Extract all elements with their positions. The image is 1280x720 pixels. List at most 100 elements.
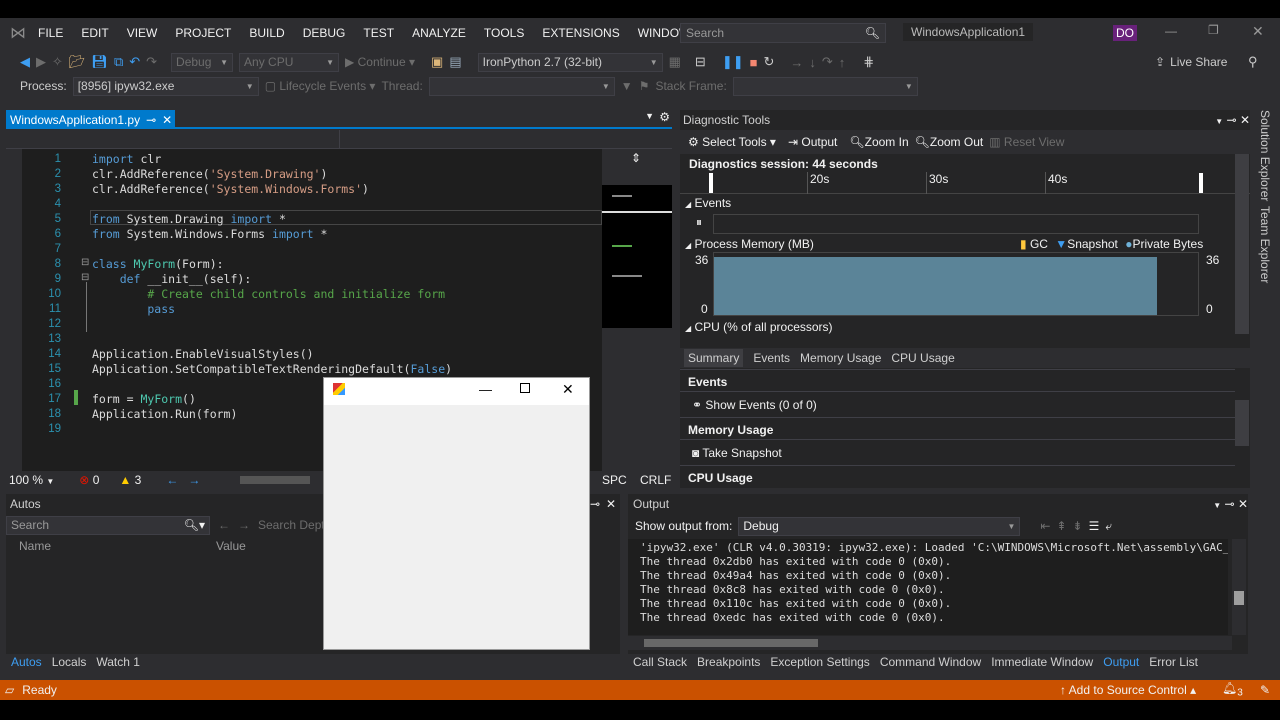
pause-events-icon[interactable]: ⏸ (696, 215, 702, 230)
split-icon[interactable]: ⇕ (631, 151, 641, 165)
column-header-value[interactable]: Value (216, 539, 246, 553)
whitespace-indicator[interactable]: SPC (602, 473, 627, 487)
panel-menu-icon[interactable]: ▼ (1215, 117, 1223, 126)
code-line[interactable]: def __init__(self): (92, 272, 452, 287)
step-out-icon[interactable]: ↑ (839, 55, 846, 70)
find-icon[interactable]: ▣ (431, 54, 443, 70)
output-button[interactable]: ⇥ Output (788, 135, 837, 149)
code-line[interactable]: # Create child controls and initialize f… (92, 287, 452, 302)
menu-analyze[interactable]: ANALYZE (412, 26, 466, 40)
close-icon[interactable]: ✕ (1240, 113, 1250, 127)
threads-icon[interactable]: ▦ (669, 54, 681, 70)
collapse-events-icon[interactable]: ◢ (685, 200, 691, 209)
menu-build[interactable]: BUILD (249, 26, 284, 40)
save-all-icon[interactable]: ⧉ (114, 54, 123, 70)
search-forward-icon[interactable]: → (238, 518, 250, 532)
minimap[interactable]: ⇕ (602, 149, 672, 471)
diagnostics-scrollbar[interactable] (1235, 154, 1249, 334)
menu-edit[interactable]: EDIT (81, 26, 108, 40)
output-horizontal-scrollbar[interactable] (628, 636, 1232, 650)
reset-view-button[interactable]: ▥ Reset View (989, 135, 1064, 149)
take-snapshot-button[interactable]: ◙ Take Snapshot (680, 439, 1235, 465)
timeline-ruler[interactable]: 20s 30s 40s (680, 172, 1250, 194)
code-line[interactable] (92, 242, 452, 257)
undo-icon[interactable]: ↶ (129, 54, 140, 70)
warnings-indicator[interactable]: ▲ 3 (119, 473, 141, 487)
events-track[interactable] (713, 214, 1199, 234)
new-project-icon[interactable]: ✧ (52, 54, 63, 70)
output-source-dropdown[interactable]: Debug ▼ (738, 516, 1021, 536)
menu-tools[interactable]: TOOLS (484, 26, 524, 40)
horizontal-scrollbar[interactable] (240, 476, 311, 484)
restore-icon[interactable]: ❐ (1208, 23, 1219, 37)
code-line[interactable]: clr.AddReference('System.Drawing') (92, 167, 452, 182)
minimize-icon[interactable]: — (1165, 24, 1177, 38)
filter-icon[interactable]: ▼ (621, 79, 633, 93)
notifications-icon[interactable]: 🔔︎3 (1222, 681, 1243, 698)
feedback-icon[interactable]: ✎ (1260, 683, 1270, 697)
menu-file[interactable]: FILE (38, 26, 63, 40)
configuration-dropdown[interactable]: Debug ▼ (171, 52, 234, 72)
select-tools-button[interactable]: ⚙ Select Tools ▾ (688, 135, 776, 149)
interpreter-dropdown[interactable]: IronPython 2.7 (32-bit) ▼ (477, 52, 663, 72)
clear-all-icon[interactable]: ☰ (1089, 519, 1100, 533)
tab-exception-settings[interactable]: Exception Settings (770, 655, 869, 669)
class-dropdown[interactable] (6, 130, 340, 148)
tab-overflow-icon[interactable]: ▼ (645, 111, 654, 121)
autos-search-input[interactable]: Search 🔍︎▾ (6, 515, 210, 535)
panel-menu-icon[interactable]: ▼ (1213, 501, 1221, 510)
tab-autos[interactable]: Autos (11, 655, 42, 669)
code-line[interactable] (92, 197, 452, 212)
code-line[interactable]: pass (92, 302, 452, 317)
open-file-icon[interactable]: 📂︎ (69, 54, 86, 70)
close-icon[interactable]: ✕ (606, 497, 616, 511)
menu-debug[interactable]: DEBUG (303, 26, 346, 40)
layout-icon[interactable]: ⊟ (695, 54, 706, 70)
tab-command-window[interactable]: Command Window (880, 655, 981, 669)
menu-project[interactable]: PROJECT (175, 26, 231, 40)
pin-icon[interactable]: ⊸ (1225, 497, 1235, 511)
collapse-cpu-icon[interactable]: ◢ (685, 324, 691, 333)
summary-scrollbar[interactable] (1235, 400, 1249, 446)
back-icon[interactable]: ◀ (20, 54, 30, 70)
form-window[interactable]: — ✕ (323, 377, 590, 650)
collapse-memory-icon[interactable]: ◢ (685, 241, 691, 250)
form-close-icon[interactable]: ✕ (562, 381, 574, 398)
search-back-icon[interactable]: ← (218, 518, 230, 532)
close-icon[interactable]: ✕ (1238, 497, 1248, 511)
menu-extensions[interactable]: EXTENSIONS (542, 26, 619, 40)
save-icon[interactable]: 💾︎ (91, 54, 108, 70)
code-line[interactable]: clr.AddReference('System.Windows.Forms') (92, 182, 452, 197)
user-avatar[interactable]: DO (1113, 25, 1137, 41)
platform-dropdown[interactable]: Any CPU ▼ (239, 52, 340, 72)
pin-icon[interactable]: ⊸ (1227, 113, 1237, 127)
tab-locals[interactable]: Locals (52, 655, 87, 669)
output-vertical-scrollbar[interactable] (1232, 539, 1246, 635)
search-box[interactable]: Search 🔍︎ (680, 23, 886, 43)
code-line[interactable] (92, 317, 452, 332)
pin-icon[interactable]: ⊸ (590, 497, 600, 511)
process-dropdown[interactable]: [8956] ipyw32.exe ▼ (72, 76, 259, 96)
feedback-icon[interactable]: ⚲ (1248, 54, 1258, 70)
form-maximize-icon[interactable] (520, 383, 530, 393)
show-next-statement-icon[interactable]: → (790, 55, 803, 70)
code-line[interactable] (92, 332, 452, 347)
next-message-icon[interactable]: ⇟ (1073, 519, 1083, 533)
step-into-icon[interactable]: ↓ (809, 55, 816, 70)
collapse-icon[interactable]: ⊟ (81, 257, 89, 268)
live-share-button[interactable]: ⇪ Live Share (1155, 55, 1227, 69)
code-line[interactable]: Application.SetCompatibleTextRenderingDe… (92, 362, 452, 377)
code-line[interactable]: import clr (92, 152, 452, 167)
zoom-out-button[interactable]: 🔍︎Zoom Out (915, 135, 984, 149)
form-minimize-icon[interactable]: — (479, 382, 492, 397)
column-header-name[interactable]: Name (19, 539, 216, 553)
flag-icon[interactable]: ⚑ (639, 79, 650, 93)
zoom-dropdown[interactable]: 100 % ▼ (9, 473, 54, 487)
tab-cpu-usage[interactable]: CPU Usage (891, 351, 954, 365)
find-message-icon[interactable]: ⇤ (1040, 519, 1050, 533)
side-tab-solution-explorer[interactable]: Solution Explorer (1258, 110, 1272, 201)
prev-issue-icon[interactable]: ← (166, 473, 178, 487)
hex-display-icon[interactable]: ⋕ (863, 54, 874, 70)
tab-summary[interactable]: Summary (684, 349, 744, 367)
tab-error-list[interactable]: Error List (1149, 655, 1198, 669)
